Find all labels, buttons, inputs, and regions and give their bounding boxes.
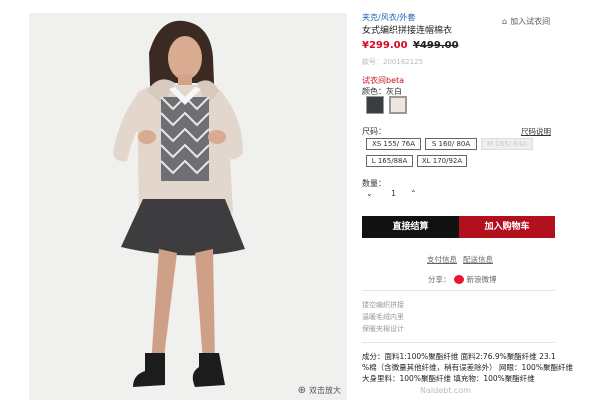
size-option-l[interactable]: L 165/88A	[366, 155, 413, 167]
size-option-xl[interactable]: XL 170/92A	[417, 155, 467, 167]
quantity-increase-button[interactable]: ⌃	[410, 189, 417, 198]
size-label: 尺码：	[362, 127, 386, 136]
quantity-value[interactable]: 1	[391, 189, 396, 198]
category-breadcrumb[interactable]: 夹克/风衣/外套	[362, 12, 415, 23]
original-price: ¥499.00	[413, 40, 459, 51]
product-title: 女式编织拼接连帽棉衣	[362, 26, 453, 36]
magnifier-icon: ⊕	[297, 385, 306, 396]
add-to-fitting-room[interactable]: ⌂ 加入试衣间	[502, 16, 550, 27]
hanger-icon: ⌂	[502, 17, 508, 26]
composition-line: 成分：面料1:100%聚酯纤维 面料2:76.9%聚酯纤维 23.1	[362, 352, 556, 361]
product-sku: 款号：200162125	[362, 58, 424, 66]
feature-item: 保暖夹棉设计	[362, 325, 404, 333]
share-row: 分享： 新浪微博	[428, 274, 497, 285]
fitting-room-beta-link[interactable]: 试衣间beta	[362, 75, 404, 86]
weibo-icon[interactable]	[453, 275, 464, 284]
composition-line: 大身里料：100%聚酯纤维 填充物：100%聚酯纤维	[362, 374, 535, 383]
try-on-label: 加入试衣间	[510, 17, 551, 26]
quantity-label: 数量：	[362, 179, 386, 188]
payment-info-link[interactable]: 支付信息	[427, 254, 457, 265]
size-chart-link[interactable]: 尺码说明	[521, 126, 551, 137]
size-option-m: M 165/ 84A	[481, 138, 533, 150]
size-option-s[interactable]: S 160/ 80A	[425, 138, 477, 150]
quantity-decrease-button[interactable]: ⌄	[366, 189, 373, 198]
size-option-xs[interactable]: XS 155/ 76A	[366, 138, 421, 150]
divider	[362, 290, 555, 291]
feature-item: 镂空编织拼接	[362, 301, 404, 309]
sale-price: ¥299.00	[362, 40, 408, 51]
composition-line: %棉（含微量其他纤维，稍有误差除外） 网眼：100%聚酯纤维	[362, 363, 573, 372]
color-swatch-dark-gray[interactable]	[366, 96, 384, 114]
zoom-label: 双击放大	[309, 386, 341, 395]
feature-item: 温暖毛绒内里	[362, 313, 404, 321]
zoom-hint[interactable]: ⊕ 双击放大	[298, 385, 341, 396]
weibo-share-link[interactable]: 新浪微博	[467, 274, 497, 285]
model-illustration	[113, 20, 245, 387]
share-label: 分享：	[428, 275, 451, 284]
color-swatch-off-white[interactable]	[389, 96, 407, 114]
divider	[362, 342, 555, 343]
add-to-cart-button[interactable]: 加入购物车	[459, 216, 555, 238]
site-watermark: Naldebt.com	[420, 386, 471, 395]
delivery-info-link[interactable]: 配送信息	[463, 254, 493, 265]
product-photo[interactable]: ⊕ 双击放大	[29, 13, 347, 400]
buy-now-button[interactable]: 直接结算	[362, 216, 459, 238]
